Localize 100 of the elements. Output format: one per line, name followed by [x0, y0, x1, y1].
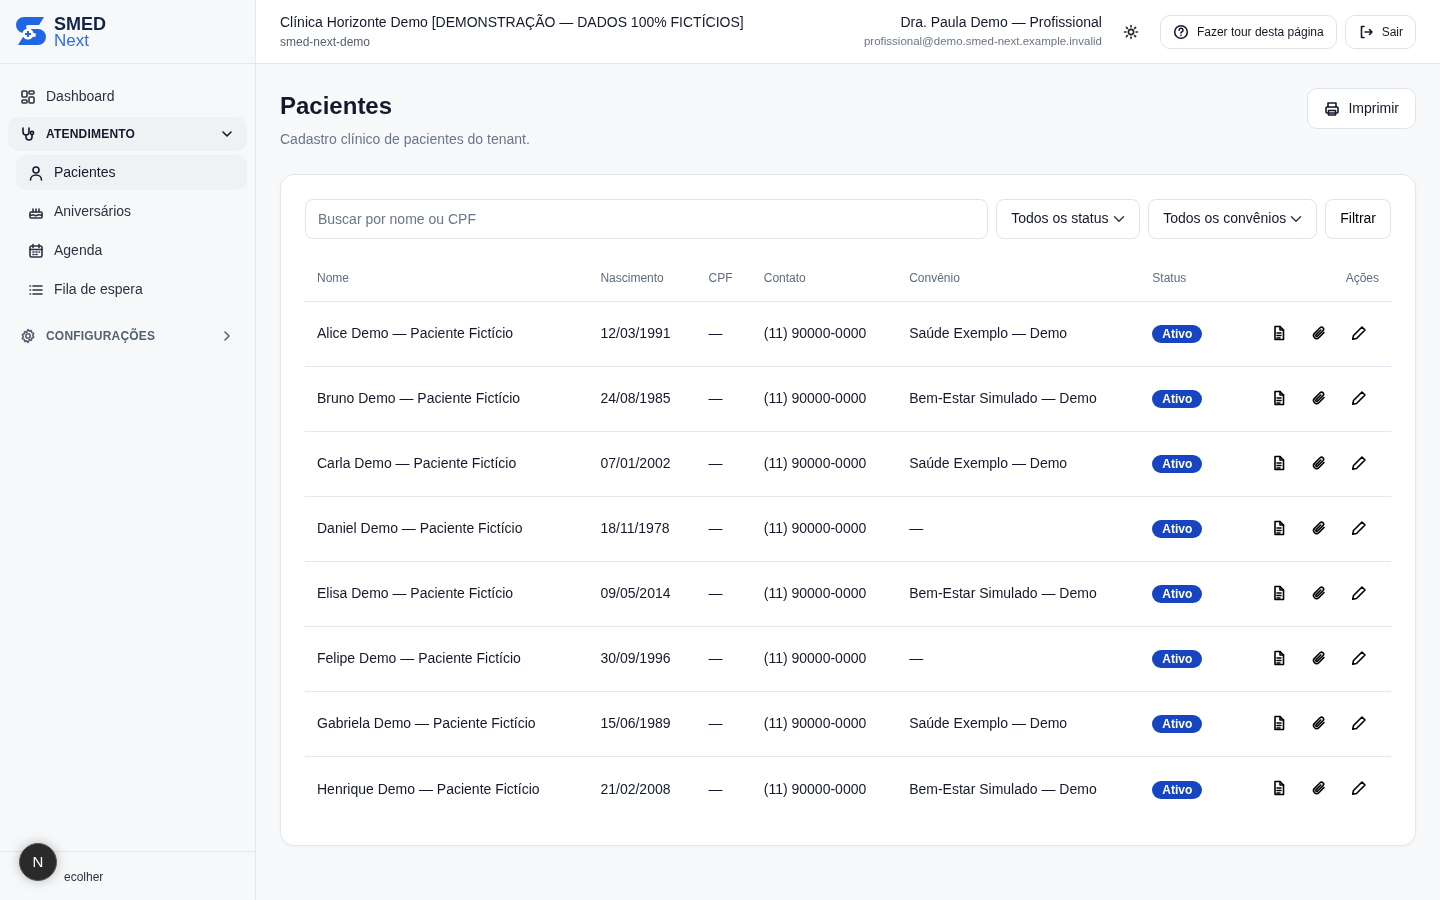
- document-icon: [1271, 519, 1287, 536]
- print-button[interactable]: Imprimir: [1307, 88, 1416, 129]
- paperclip-icon: [1311, 584, 1327, 601]
- sidebar-item[interactable]: Aniversários: [16, 194, 247, 229]
- paperclip-icon: [1311, 324, 1327, 341]
- table-cell: Carla Demo — Paciente Fictício: [317, 455, 517, 472]
- document-icon: [1271, 454, 1287, 471]
- document-icon: [1271, 584, 1287, 601]
- collapse-label[interactable]: ecolher: [64, 870, 104, 884]
- edit-icon: [1351, 389, 1367, 406]
- table-cell: —: [708, 650, 723, 667]
- edit-icon: [1351, 584, 1367, 601]
- edit-icon: [1351, 780, 1367, 797]
- edit-icon: [1351, 454, 1367, 471]
- table-cell: Alice Demo — Paciente Fictício: [317, 325, 514, 342]
- table-cell: 09/05/2014: [600, 585, 671, 602]
- column-header: Convênio: [909, 270, 960, 285]
- sidebar-section[interactable]: CONFIGURAÇÕES: [8, 319, 247, 353]
- avatar-button[interactable]: N: [19, 843, 57, 881]
- table-cell: —: [909, 650, 924, 667]
- table-cell: Elisa Demo — Paciente Fictício: [317, 585, 514, 602]
- column-header: Status: [1152, 270, 1187, 285]
- table-cell: (11) 90000-0000: [763, 325, 867, 342]
- table-cell: (11) 90000-0000: [763, 585, 867, 602]
- edit-icon: [1351, 649, 1367, 666]
- paperclip-icon: [1311, 780, 1327, 797]
- status-badge: Ativo: [1152, 780, 1203, 799]
- table-cell: —: [708, 715, 723, 732]
- table-cell: Bem-Estar Simulado — Demo: [909, 390, 1097, 407]
- plan-select[interactable]: Todos os convênios: [1148, 198, 1318, 239]
- table-cell: —: [708, 585, 723, 602]
- sidebar-item[interactable]: Agenda: [16, 233, 247, 268]
- table-cell: —: [708, 325, 723, 342]
- table-cell: —: [708, 390, 723, 407]
- tour-button[interactable]: Fazer tour desta página: [1159, 14, 1337, 49]
- user-icon: [28, 164, 44, 181]
- table-cell: Bem-Estar Simulado — Demo: [909, 585, 1097, 602]
- page-subtitle: Cadastro clínico de pacientes do tenant.: [280, 129, 531, 149]
- tenant-name: Clínica Horizonte Demo [DEMONSTRAÇÃO — DADOS 100% FICTÍCIOS]: [280, 13, 745, 32]
- theme-icon: [1122, 24, 1139, 41]
- table-cell: 21/02/2008: [600, 780, 671, 797]
- column-header: CPF: [708, 270, 733, 285]
- table-cell: 30/09/1996: [600, 650, 671, 667]
- search-field[interactable]: Buscar por nome ou CPF: [305, 198, 989, 239]
- logout-button[interactable]: Sair: [1344, 14, 1416, 49]
- paperclip-icon: [1311, 714, 1327, 731]
- sidebar-section[interactable]: ATENDIMENTO: [8, 117, 247, 151]
- document-icon: [1271, 780, 1287, 797]
- table-cell: —: [708, 520, 723, 537]
- table-cell: Saúde Exemplo — Demo: [909, 455, 1068, 472]
- status-badge: Ativo: [1152, 455, 1203, 474]
- table-cell: Felipe Demo — Paciente Fictício: [317, 650, 521, 667]
- status-select[interactable]: Todos os status: [996, 198, 1141, 239]
- sidebar-item[interactable]: Pacientes: [16, 155, 247, 190]
- table-cell: (11) 90000-0000: [763, 455, 867, 472]
- paperclip-icon: [1311, 519, 1327, 536]
- user-name: Dra. Paula Demo — Profissional: [899, 13, 1102, 33]
- sidebar-item[interactable]: Dashboard: [8, 80, 247, 113]
- sidebar-item[interactable]: Fila de espera: [16, 272, 247, 307]
- calendar-icon: [28, 242, 44, 259]
- table-cell: —: [909, 520, 924, 537]
- table-cell: 07/01/2002: [600, 455, 671, 472]
- settings-icon: [20, 328, 36, 344]
- status-badge: Ativo: [1152, 585, 1203, 604]
- table-cell: (11) 90000-0000: [763, 390, 867, 407]
- table-cell: Daniel Demo — Paciente Fictício: [317, 520, 523, 537]
- edit-icon: [1351, 714, 1367, 731]
- page-title: Pacientes: [280, 92, 394, 121]
- status-badge: Ativo: [1152, 520, 1203, 539]
- column-header: Nome: [317, 270, 349, 285]
- table-cell: (11) 90000-0000: [763, 650, 867, 667]
- grid-icon: [20, 88, 36, 105]
- document-icon: [1271, 649, 1287, 666]
- table-cell: (11) 90000-0000: [763, 780, 867, 797]
- tenant-slug: smed-next-demo: [280, 34, 372, 51]
- column-header: Nascimento: [600, 270, 664, 285]
- status-badge: Ativo: [1152, 390, 1203, 409]
- table-cell: (11) 90000-0000: [763, 520, 867, 537]
- paperclip-icon: [1311, 649, 1327, 666]
- column-header: Ações: [1345, 270, 1379, 285]
- edit-icon: [1351, 519, 1367, 536]
- table-cell: 18/11/1978: [600, 520, 670, 537]
- status-badge: Ativo: [1152, 715, 1203, 734]
- status-badge: Ativo: [1152, 325, 1203, 344]
- table-cell: Bruno Demo — Paciente Fictício: [317, 390, 521, 407]
- table-cell: Henrique Demo — Paciente Fictício: [317, 780, 540, 797]
- table-cell: —: [708, 780, 723, 797]
- document-icon: [1271, 389, 1287, 406]
- table-cell: (11) 90000-0000: [763, 715, 867, 732]
- table-cell: 24/08/1985: [600, 390, 671, 407]
- filter-button[interactable]: Filtrar: [1325, 198, 1391, 239]
- logo-text: SMED: [54, 14, 106, 33]
- table-cell: Bem-Estar Simulado — Demo: [909, 780, 1097, 797]
- table-cell: —: [708, 455, 723, 472]
- edit-icon: [1351, 324, 1367, 341]
- user-email: profissional@demo.smed-next.example.invalid: [863, 34, 1102, 50]
- logo-subtext: Next: [54, 32, 90, 49]
- help-icon: [1172, 23, 1189, 40]
- table-cell: Gabriela Demo — Paciente Fictício: [317, 715, 536, 732]
- document-icon: [1271, 324, 1287, 341]
